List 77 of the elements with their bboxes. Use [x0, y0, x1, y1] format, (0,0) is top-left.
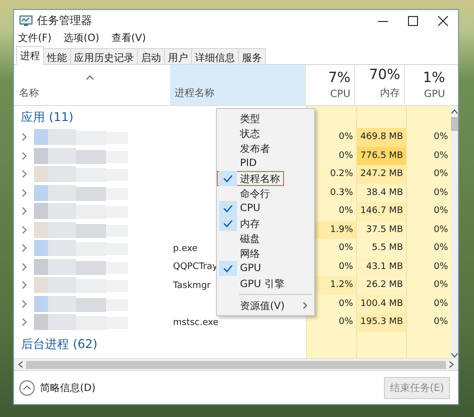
- metric-cell: 0%: [406, 258, 451, 276]
- expand-chevron-icon[interactable]: [22, 152, 27, 160]
- close-icon[interactable]: [438, 16, 448, 26]
- horizontal-scrollbar[interactable]: [14, 358, 458, 370]
- metric-cell: 247.2 MB: [356, 165, 406, 184]
- metric-cell: 0%: [406, 276, 451, 294]
- column-header[interactable]: 70% 内存: [354, 65, 404, 105]
- scroll-up-icon[interactable]: [451, 109, 458, 114]
- metric-cell: 0%: [406, 313, 451, 332]
- table-cell: [406, 332, 451, 358]
- metric-cell: 0%: [406, 184, 451, 202]
- table-cell: [406, 106, 451, 128]
- chevron-up-circle-icon[interactable]: [19, 380, 35, 396]
- metric-cell: 5.5 MB: [356, 239, 406, 258]
- expand-chevron-icon[interactable]: [22, 170, 27, 178]
- vertical-scrollbar[interactable]: [451, 106, 458, 358]
- column-header[interactable]: 7% CPU: [304, 65, 354, 105]
- group-heading: 应用 (11): [21, 108, 74, 126]
- metric-cell: 0%: [406, 220, 451, 239]
- expand-chevron-icon[interactable]: [22, 133, 27, 142]
- metric-cell: 0%: [406, 165, 451, 184]
- context-menu-item[interactable]: 类型: [217, 111, 314, 126]
- metric-cell: 776.5 MB: [356, 146, 406, 165]
- metric-cell: 0%: [406, 294, 451, 313]
- monitor-icon: [19, 14, 33, 26]
- metric-cell: 146.7 MB: [356, 202, 406, 220]
- group-heading: 后台进程 (62): [21, 336, 98, 353]
- metric-cell: 26.2 MB: [356, 276, 406, 294]
- metric-cell: 38.4 MB: [356, 184, 406, 202]
- tab[interactable]: 详细信息: [191, 48, 239, 64]
- tab[interactable]: 服务: [238, 48, 266, 64]
- metric-cell: 43.1 MB: [356, 258, 406, 276]
- fewer-details-button[interactable]: 简略信息(D): [19, 380, 96, 396]
- metric-cell: 195.3 MB: [356, 313, 406, 332]
- expand-chevron-icon[interactable]: [22, 281, 27, 290]
- metric-cell: 0%: [406, 202, 451, 220]
- tab[interactable]: 启动: [137, 48, 165, 64]
- column-header[interactable]: 1% GPU: [404, 65, 450, 105]
- scrollbar-thumb[interactable]: [451, 117, 458, 131]
- process-name: mstsc.exe: [173, 318, 218, 328]
- expand-chevron-icon[interactable]: [22, 207, 27, 216]
- menu-item[interactable]: 查看(V): [111, 31, 146, 45]
- scroll-left-icon[interactable]: [18, 361, 23, 368]
- column-header[interactable]: 名称: [14, 65, 170, 105]
- table-cell: [356, 332, 406, 358]
- metric-cell: 0%: [406, 239, 451, 258]
- tab[interactable]: 性能: [43, 48, 71, 64]
- scroll-right-icon[interactable]: [449, 361, 454, 368]
- menu-item[interactable]: 文件(F): [18, 31, 52, 45]
- table-cell: [356, 106, 406, 128]
- column-header[interactable]: 进程名称: [170, 65, 305, 105]
- sort-caret-icon: [86, 75, 94, 80]
- expand-chevron-icon[interactable]: [22, 262, 27, 271]
- table-cell: [306, 332, 356, 358]
- scrollbar-thumb[interactable]: [26, 360, 446, 368]
- process-name: Taskmgr: [173, 280, 211, 291]
- tab[interactable]: 应用历史记录: [70, 48, 138, 64]
- scroll-down-icon[interactable]: [451, 353, 458, 358]
- metric-cell: 0%: [306, 313, 356, 332]
- window-title: 任务管理器: [37, 13, 92, 28]
- metric-cell: 100.4 MB: [356, 294, 406, 313]
- process-name: p.exe: [173, 244, 198, 254]
- context-menu-item[interactable]: 进程名称: [217, 171, 284, 186]
- tab[interactable]: 进程: [16, 46, 44, 65]
- metric-cell: 0%: [406, 146, 451, 165]
- metric-cell: 469.8 MB: [356, 128, 406, 146]
- metric-cell: 0%: [406, 128, 451, 146]
- expand-chevron-icon[interactable]: [22, 226, 27, 234]
- expand-chevron-icon[interactable]: [22, 300, 27, 308]
- expand-chevron-icon[interactable]: [22, 188, 27, 197]
- menu-item[interactable]: 选项(O): [64, 31, 100, 45]
- tab[interactable]: 用户: [164, 48, 192, 64]
- maximize-icon[interactable]: [408, 16, 418, 26]
- process-name: QQPCTray: [173, 262, 218, 272]
- expand-chevron-icon[interactable]: [22, 318, 27, 326]
- metric-cell: 37.5 MB: [356, 220, 406, 239]
- expand-chevron-icon[interactable]: [22, 244, 27, 252]
